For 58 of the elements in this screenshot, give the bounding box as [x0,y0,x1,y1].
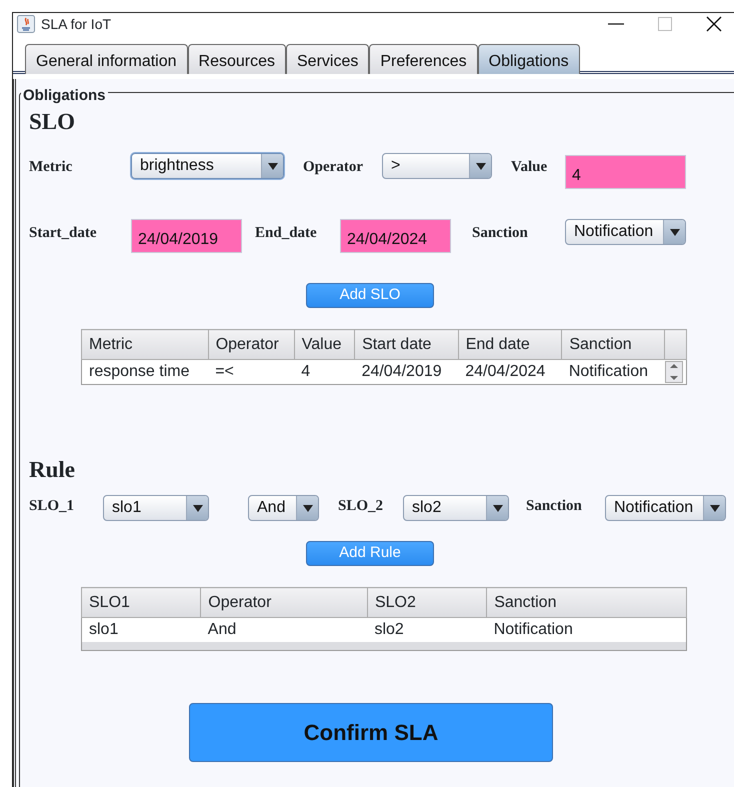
column-header[interactable]: SLO1 [82,588,201,618]
rule-heading: Rule [29,456,75,484]
field-label: Value [511,158,548,177]
input-field[interactable]: 24/04/2019 [131,219,242,253]
dropdown[interactable]: brightness [131,153,284,179]
confirm-button[interactable]: Confirm SLA [189,703,553,762]
dropdown-arrow-icon [670,228,680,236]
dropdown[interactable]: slo1 [103,495,209,521]
column-header[interactable]: Start date [354,330,458,360]
field-label: Metric [29,158,74,177]
column-header[interactable]: SLO2 [367,588,487,618]
dropdown[interactable]: Notification [605,495,726,521]
table-cell: Notification [562,360,664,384]
field-label: End_date [255,224,318,243]
dropdown-arrow-icon [192,504,202,512]
tab[interactable]: General information [25,44,188,74]
dropdown[interactable]: Notification [565,219,686,245]
column-header[interactable]: Sanction [486,588,686,618]
table-cell: slo1 [82,618,201,642]
dropdown[interactable]: > [382,153,492,179]
dropdown-arrow-icon [302,504,312,512]
field-label: Operator [303,158,364,177]
dropdown-arrow-icon [710,504,720,512]
dropdown-arrow-icon [476,162,486,170]
app-icon [17,15,35,33]
table-cell: Notification [486,618,686,642]
column-header[interactable]: Sanction [562,330,664,360]
table-cell: response time [82,360,208,384]
field-label: Sanction [472,224,529,243]
window-title: SLA for IoT [41,14,112,34]
dropdown[interactable]: And [248,495,319,521]
input-field[interactable]: 4 [565,155,686,189]
table-cell: =< [208,360,294,384]
table-cell: 24/04/2024 [458,360,562,384]
dropdown-arrow-icon [268,162,278,170]
close-icon[interactable] [706,16,722,32]
column-header[interactable]: Metric [82,330,208,360]
table-cell: 24/04/2019 [354,360,458,384]
field-label: SLO_2 [338,497,384,516]
scrollbar[interactable] [664,361,682,383]
dropdown[interactable]: slo2 [403,495,509,521]
table-cell: And [200,618,368,642]
table-cell: 4 [294,360,355,384]
tab[interactable]: Obligations [478,44,580,74]
input-field[interactable]: 24/04/2024 [340,219,451,253]
column-header[interactable]: Operator [200,588,368,618]
tab[interactable]: Resources [188,44,286,74]
slo-heading: SLO [29,108,76,136]
column-header[interactable]: Value [294,330,355,360]
column-header[interactable]: Operator [208,330,294,360]
field-label: SLO_1 [29,497,76,516]
column-header[interactable]: End date [458,330,562,360]
dropdown-arrow-icon [492,504,502,512]
field-label: Sanction [526,497,583,516]
tab[interactable]: Preferences [369,44,478,74]
field-label: Start_date [29,224,98,243]
table-cell: slo2 [367,618,487,642]
tab[interactable]: Services [286,44,370,74]
